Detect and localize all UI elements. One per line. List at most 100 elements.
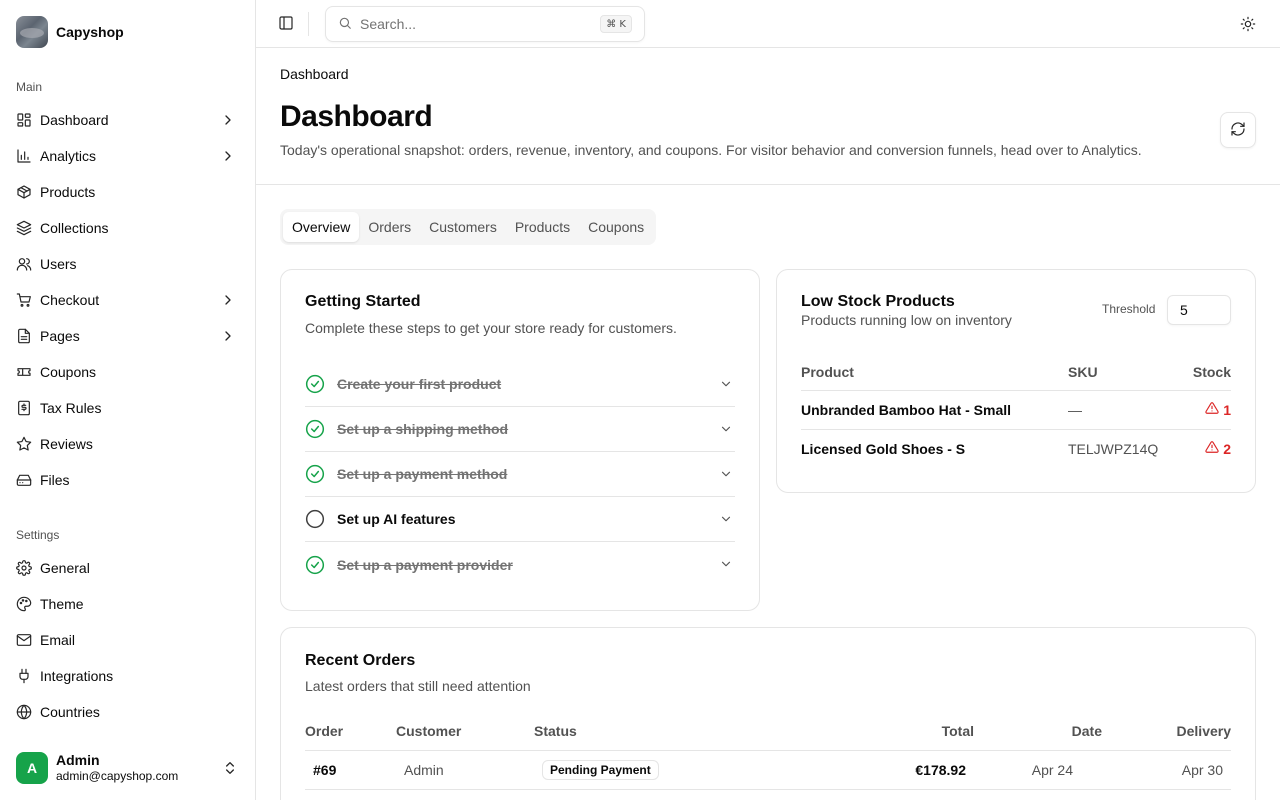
sidebar-item-countries[interactable]: Countries [8,696,248,728]
alert-triangle-icon [1205,440,1219,457]
sidebar-item-integrations[interactable]: Integrations [8,660,248,692]
breadcrumb[interactable]: Dashboard [280,66,349,82]
sidebar-item-collections[interactable]: Collections [8,212,248,244]
search-placeholder: Search... [360,16,417,32]
sidebar-group-main: Main [16,80,43,94]
layers-icon [16,220,32,236]
getting-started-card: Getting Started Complete these steps to … [280,269,760,611]
card-description: Latest orders that still need attention [305,678,531,694]
topbar: Search... ⌘ K [256,0,1280,48]
page-description: Today's operational snapshot: orders, re… [280,142,1142,158]
table-row[interactable]: Licensed Gold Shoes - S TELJWPZ14Q 2 [801,429,1231,468]
product-name: Unbranded Bamboo Hat - Small [801,390,1068,430]
sidebar-item-coupons[interactable]: Coupons [8,356,248,388]
sidebar-item-label: Products [40,184,96,200]
tabs: Overview Orders Customers Products Coupo… [280,209,657,245]
check-circle-icon [305,555,325,575]
column-header-order[interactable]: Order [305,712,396,751]
table-cell [734,789,974,800]
refresh-button[interactable] [1220,112,1256,148]
sidebar-item-theme[interactable]: Theme [8,588,248,620]
chevron-down-icon [719,377,733,391]
sidebar-item-email[interactable]: Email [8,624,248,656]
sidebar: Capyshop Main Dashboard Analytics Produc… [0,0,256,800]
column-header-total[interactable]: Total [734,712,974,751]
tab-products[interactable]: Products [506,212,579,242]
step-payment-provider[interactable]: Set up a payment provider [305,542,735,587]
sidebar-item-dashboard[interactable]: Dashboard [8,104,248,136]
stock-count: 1 [1223,401,1231,418]
sidebar-item-label: Collections [40,220,109,236]
step-ai-features[interactable]: Set up AI features [305,497,735,542]
threshold-input[interactable] [1167,295,1231,325]
refresh-icon [1230,121,1246,140]
sidebar-item-label: Reviews [40,436,93,452]
stock-cell: 2 [1183,429,1231,468]
tab-customers[interactable]: Customers [420,212,506,242]
order-number[interactable]: #69 [305,750,396,790]
step-shipping-method[interactable]: Set up a shipping method [305,407,735,452]
chevron-right-icon [220,148,236,164]
product-sku: — [1068,390,1183,430]
tab-overview[interactable]: Overview [283,212,360,242]
sidebar-toggle-icon[interactable] [278,15,294,31]
table-cell [396,789,534,800]
card-title: Getting Started [305,293,421,310]
tab-coupons[interactable]: Coupons [579,212,653,242]
sun-icon[interactable] [1240,16,1256,32]
chevron-right-icon [220,292,236,308]
table-row[interactable]: #69 Admin Pending Payment €178.92 Apr 24… [305,750,1231,790]
bar-chart-icon [16,148,32,164]
sidebar-item-pages[interactable]: Pages [8,320,248,352]
column-header-stock[interactable]: Stock [1182,354,1231,391]
sidebar-item-general[interactable]: General [8,552,248,584]
sidebar-item-products[interactable]: Products [8,176,248,208]
search-icon [338,16,352,33]
table-cell [974,789,1102,800]
sidebar-item-label: Checkout [40,292,100,308]
column-header-product[interactable]: Product [801,354,1068,391]
receipt-icon [16,400,32,416]
step-label: Set up a payment method [337,466,508,482]
sidebar-item-tax-rules[interactable]: Tax Rules [8,392,248,424]
column-header-delivery[interactable]: Delivery [1102,712,1231,751]
sidebar-item-analytics[interactable]: Analytics [8,140,248,172]
stock-cell: 1 [1182,390,1231,430]
sidebar-item-users[interactable]: Users [8,248,248,280]
sidebar-group-settings: Settings [16,528,60,542]
shopping-cart-icon [16,292,32,308]
tab-orders[interactable]: Orders [359,212,420,242]
recent-orders-table: Order Customer Status Total Date Deliver… [305,712,1231,800]
column-header-sku[interactable]: SKU [1068,354,1183,391]
check-circle-icon [305,374,325,394]
step-label: Set up a payment provider [337,556,513,573]
star-icon [16,436,32,452]
sidebar-item-reviews[interactable]: Reviews [8,428,248,460]
sidebar-item-label: Analytics [40,148,97,164]
sidebar-item-checkout[interactable]: Checkout [8,284,248,316]
step-create-product[interactable]: Create your first product [305,362,735,407]
table-cell [1102,789,1231,800]
column-header-date[interactable]: Date [974,712,1102,751]
check-circle-icon [305,419,325,439]
circle-icon [305,509,325,529]
search-input[interactable]: Search... ⌘ K [325,6,645,42]
avatar: A [16,752,48,784]
brand[interactable]: Capyshop [16,16,124,48]
order-customer: Admin [396,750,534,790]
users-icon [16,256,32,272]
threshold-label: Threshold [1102,302,1156,316]
table-row[interactable] [305,789,1231,800]
table-row[interactable]: Unbranded Bamboo Hat - Small — 1 [801,390,1231,430]
header-divider [256,184,1280,185]
chevron-down-icon [719,557,733,571]
chevron-down-icon [719,422,733,436]
sidebar-item-label: General [40,560,90,576]
step-payment-method[interactable]: Set up a payment method [305,452,735,497]
column-header-customer[interactable]: Customer [396,712,534,751]
column-header-status[interactable]: Status [534,712,734,751]
ticket-icon [16,364,32,380]
user-menu[interactable]: A Admin admin@capyshop.com [16,752,240,784]
sidebar-item-files[interactable]: Files [8,464,248,496]
sidebar-item-label: Users [40,256,77,272]
